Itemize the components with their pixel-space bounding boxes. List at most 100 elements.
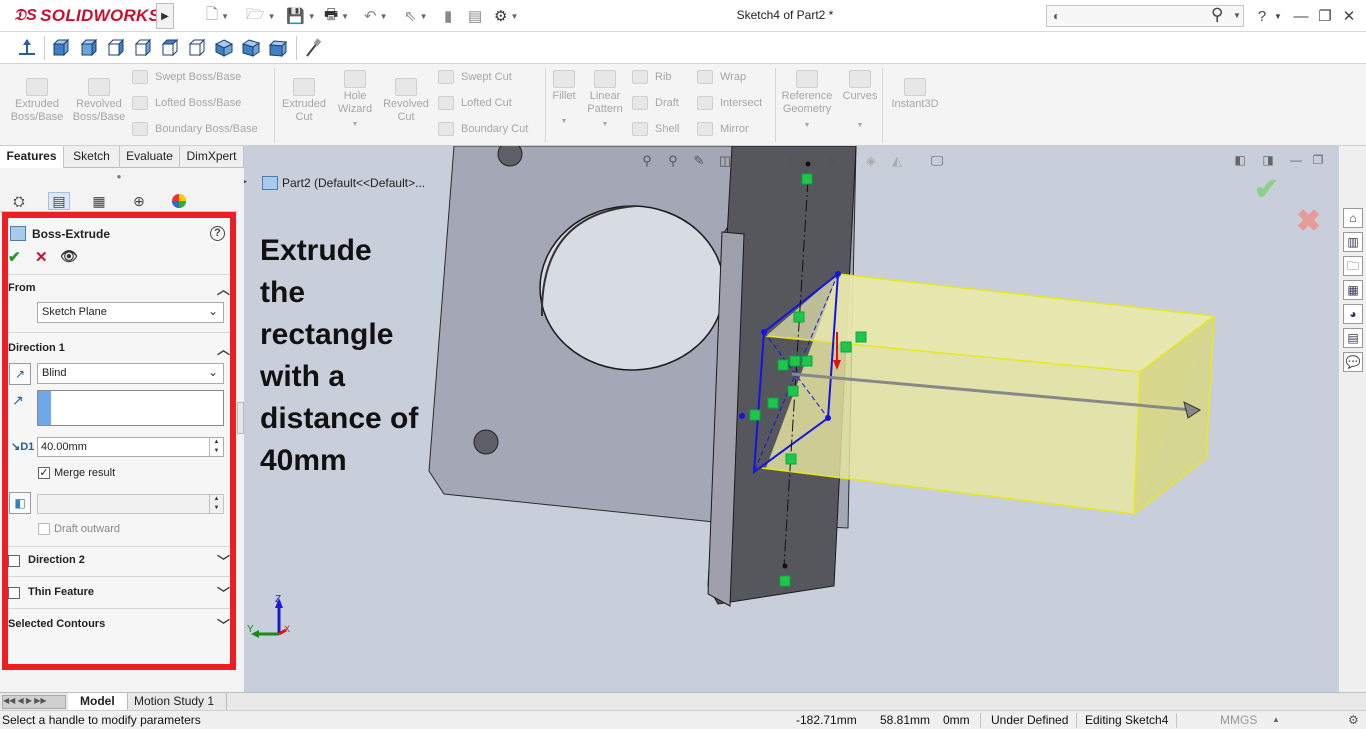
left-view-icon[interactable] bbox=[107, 39, 125, 57]
right-view-icon[interactable] bbox=[134, 39, 152, 57]
zoom-to-area-icon[interactable]: ⚲ bbox=[664, 152, 682, 170]
mirror-button[interactable]: Mirror bbox=[697, 122, 749, 136]
select-icon[interactable]: ⇖ ▼ bbox=[404, 6, 428, 26]
swept-cut-button[interactable]: Swept Cut bbox=[438, 70, 512, 84]
new-document-icon[interactable]: 🗋 ▼ bbox=[206, 6, 229, 26]
from-section-header[interactable]: From ︿ bbox=[8, 278, 230, 300]
front-view-icon[interactable] bbox=[52, 39, 70, 57]
panel-splitter[interactable]: ● bbox=[0, 168, 238, 186]
help-icon[interactable]: ? bbox=[210, 226, 225, 241]
tab-model[interactable]: Model bbox=[68, 693, 128, 710]
ok-checkmark-icon[interactable]: ✔ bbox=[8, 248, 21, 266]
fillet-button[interactable]: Fillet ▼ bbox=[548, 70, 580, 128]
tab-dimxpert[interactable]: DimXpert bbox=[180, 146, 244, 168]
tree-expand-arrow-icon[interactable]: ▶ bbox=[244, 176, 247, 187]
draft-on-off-icon[interactable]: ◧ bbox=[9, 492, 31, 514]
tab-motion-study[interactable]: Motion Study 1 bbox=[122, 693, 228, 710]
constraint-marker[interactable] bbox=[785, 453, 797, 465]
graphics-area[interactable]: ▶ Part2 (Default<<Default>... Extrude th… bbox=[244, 146, 1338, 692]
previous-view-icon[interactable]: ✎ bbox=[690, 152, 708, 170]
custom-properties-icon[interactable]: ▤ bbox=[1343, 328, 1363, 348]
appearances-scenes-icon[interactable]: ◕ bbox=[1343, 304, 1363, 324]
zoom-to-fit-icon[interactable]: ⚲ bbox=[638, 152, 656, 170]
draft-angle-input[interactable]: ▲ ▼ bbox=[37, 494, 224, 514]
preview-eye-icon[interactable]: 👁 bbox=[60, 248, 78, 265]
revolved-cut-button[interactable]: Revolved Cut bbox=[380, 78, 432, 124]
cancel-x-icon[interactable]: ✕ bbox=[35, 248, 48, 266]
selected-contours-section-header[interactable]: Selected Contours ﹀ bbox=[8, 614, 230, 636]
file-explorer-icon[interactable]: 🗀 bbox=[1343, 256, 1363, 276]
search-box[interactable]: ◐ ⚲ ▼ bbox=[1046, 5, 1244, 27]
normal-to-icon[interactable] bbox=[16, 38, 38, 58]
direction1-section-header[interactable]: Direction 1 ︿ bbox=[8, 338, 230, 360]
constraint-marker[interactable] bbox=[801, 355, 813, 367]
help-button[interactable]: ? bbox=[1254, 5, 1270, 27]
panel-collapse-handle[interactable] bbox=[237, 402, 244, 434]
curves-button[interactable]: Curves ▼ bbox=[838, 70, 882, 132]
forum-icon[interactable]: 💬 bbox=[1343, 352, 1363, 372]
extruded-boss-base-button[interactable]: Extruded Boss/Base bbox=[8, 78, 66, 124]
swept-boss-base-button[interactable]: Swept Boss/Base bbox=[132, 70, 241, 84]
tab-features[interactable]: Features bbox=[0, 146, 64, 168]
view-palette-icon[interactable]: ▦ bbox=[1343, 280, 1363, 300]
expand-chevron-icon[interactable]: ﹀ bbox=[217, 615, 230, 634]
constraint-marker[interactable] bbox=[767, 397, 779, 409]
sketch-point[interactable] bbox=[761, 329, 767, 335]
sketch-point[interactable] bbox=[805, 161, 811, 167]
edit-appearance-icon[interactable]: ◈ bbox=[862, 152, 880, 170]
lofted-boss-base-button[interactable]: Lofted Boss/Base bbox=[132, 96, 241, 110]
unit-system[interactable]: MMGS bbox=[1220, 713, 1257, 727]
file-properties-icon[interactable]: ▤ bbox=[468, 6, 482, 26]
collapse-chevron-icon[interactable]: ︿ bbox=[217, 339, 230, 358]
collapse-chevron-icon[interactable]: ︿ bbox=[217, 279, 230, 298]
lofted-cut-button[interactable]: Lofted Cut bbox=[438, 96, 512, 110]
thin-feature-section-header[interactable]: Thin Feature ﹀ bbox=[8, 582, 230, 604]
sketch-point[interactable] bbox=[782, 563, 788, 569]
revolved-boss-base-button[interactable]: Revolved Boss/Base bbox=[70, 78, 128, 124]
hole-wizard-button[interactable]: Hole Wizard ▼ bbox=[330, 70, 380, 131]
unit-system-up-icon[interactable]: ▲ bbox=[1272, 715, 1280, 724]
featuremanager-tab-icon[interactable]: ⛭ bbox=[8, 192, 30, 210]
flyout-feature-tree[interactable]: Part2 (Default<<Default>... bbox=[262, 176, 425, 190]
boundary-boss-base-button[interactable]: Boundary Boss/Base bbox=[132, 122, 258, 136]
shell-button[interactable]: Shell bbox=[632, 122, 679, 136]
draft-angle-spin-arrows[interactable]: ▲ ▼ bbox=[209, 495, 223, 513]
back-view-icon[interactable] bbox=[80, 39, 98, 57]
constraint-marker[interactable] bbox=[840, 341, 852, 353]
intersect-button[interactable]: Intersect bbox=[697, 96, 762, 110]
constraint-marker[interactable] bbox=[787, 385, 799, 397]
expand-chevron-icon[interactable]: ﹀ bbox=[217, 583, 230, 602]
tab-sketch[interactable]: Sketch bbox=[64, 146, 120, 168]
configurationmanager-tab-icon[interactable]: ▦ bbox=[88, 192, 110, 210]
tab-evaluate[interactable]: Evaluate bbox=[120, 146, 180, 168]
tab-scroll-buttons[interactable]: ◀◀ ◀ ▶ ▶▶ bbox=[2, 695, 66, 709]
print-icon[interactable]: 🖶 ▼ bbox=[324, 6, 349, 26]
constraint-marker[interactable] bbox=[749, 409, 761, 421]
expand-chevron-icon[interactable]: ﹀ bbox=[217, 551, 230, 570]
constraint-marker[interactable] bbox=[793, 311, 805, 323]
merge-result-checkbox[interactable]: ✓ bbox=[38, 467, 50, 479]
displaymanager-tab-icon[interactable] bbox=[168, 192, 190, 210]
open-document-icon[interactable]: 🗁 ▼ bbox=[246, 6, 276, 26]
top-view-icon[interactable] bbox=[161, 39, 179, 57]
design-library-icon[interactable]: ▥ bbox=[1343, 232, 1363, 252]
reverse-direction-icon[interactable]: ↗ bbox=[9, 363, 31, 385]
boundary-cut-button[interactable]: Boundary Cut bbox=[438, 122, 528, 136]
isometric-view-icon[interactable] bbox=[215, 39, 233, 57]
depth-spin-arrows[interactable]: ▲ ▼ bbox=[209, 438, 223, 456]
dimxpertmanager-tab-icon[interactable]: ⊕ bbox=[128, 192, 150, 210]
rebuild-status-icon[interactable]: ⚙ bbox=[1348, 713, 1359, 727]
direction-vector-selection-box[interactable] bbox=[37, 390, 224, 426]
end-condition-select[interactable]: Blind ⌄ bbox=[37, 363, 224, 384]
constraint-marker[interactable] bbox=[779, 575, 791, 587]
sketch-point[interactable] bbox=[835, 271, 841, 277]
solidworks-logo[interactable]: 𝔇S SOLIDWORKS bbox=[14, 5, 160, 27]
display-style-icon[interactable]: ◧ bbox=[784, 152, 802, 170]
constraint-marker[interactable] bbox=[777, 359, 789, 371]
direction2-section-header[interactable]: Direction 2 ﹀ bbox=[8, 550, 230, 572]
section-view-icon[interactable]: ◫ bbox=[716, 152, 734, 170]
menu-expand-button[interactable]: ▶ bbox=[156, 3, 174, 29]
draft-button[interactable]: Draft bbox=[632, 96, 679, 110]
wrap-button[interactable]: Wrap bbox=[697, 70, 746, 84]
viewport-minimize-icon[interactable]: — bbox=[1288, 152, 1304, 168]
